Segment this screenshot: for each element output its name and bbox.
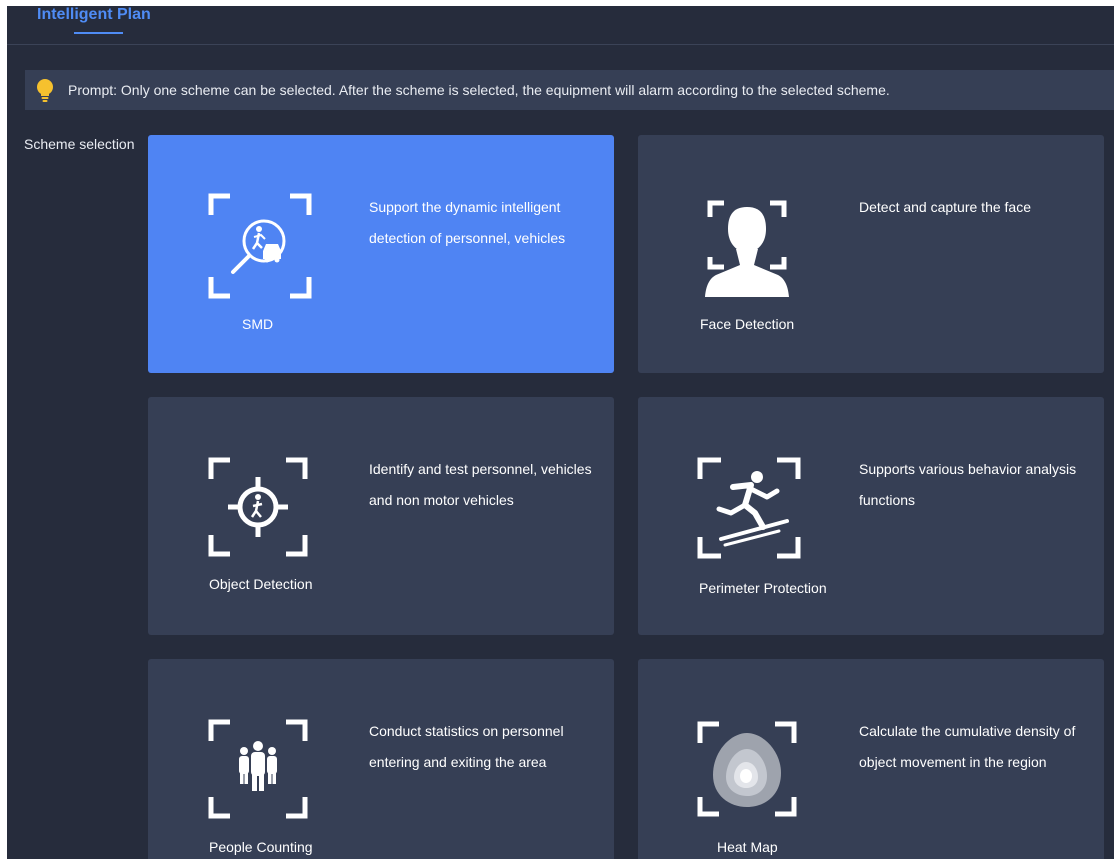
intelligent-plan-page: Intelligent Plan Prompt: Only one scheme… bbox=[7, 6, 1114, 859]
scheme-card-people-counting[interactable]: People Counting Conduct statistics on pe… bbox=[148, 659, 614, 859]
scheme-description: Conduct statistics on personnel entering… bbox=[369, 723, 564, 770]
perimeter-protection-icon bbox=[695, 455, 803, 561]
scheme-name: Perimeter Protection bbox=[699, 580, 827, 596]
face-detection-icon bbox=[700, 193, 794, 297]
scheme-name: Heat Map bbox=[717, 839, 778, 855]
scheme-card-smd[interactable]: SMD Support the dynamic intelligent dete… bbox=[148, 135, 614, 373]
scheme-selection-label: Scheme selection bbox=[24, 136, 135, 152]
scheme-name: People Counting bbox=[209, 839, 313, 855]
scheme-name: Face Detection bbox=[700, 316, 795, 332]
tab-intelligent-plan[interactable]: Intelligent Plan bbox=[37, 6, 151, 28]
people-counting-icon bbox=[208, 719, 308, 819]
lightbulb-icon bbox=[35, 78, 55, 102]
scheme-card-face-detection[interactable]: Face Detection Detect and capture the fa… bbox=[638, 135, 1104, 373]
scheme-description: Calculate the cumulative density of obje… bbox=[859, 723, 1076, 770]
scheme-card-heat-map[interactable]: Heat Map Calculate the cumulative densit… bbox=[638, 659, 1104, 859]
prompt-text: Prompt: Only one scheme can be selected.… bbox=[68, 82, 890, 98]
scheme-description: Detect and capture the face bbox=[859, 199, 1031, 215]
smd-icon bbox=[208, 193, 312, 299]
scheme-card-object-detection[interactable]: Object Detection Identify and test perso… bbox=[148, 397, 614, 635]
scheme-card-perimeter-protection[interactable]: Perimeter Protection Supports various be… bbox=[638, 397, 1104, 635]
scheme-name: Object Detection bbox=[209, 576, 313, 592]
scheme-name: SMD bbox=[242, 316, 274, 332]
scheme-description: Support the dynamic intelligent detectio… bbox=[369, 199, 566, 246]
scheme-description: Supports various behavior analysis funct… bbox=[859, 461, 1077, 508]
scheme-description: Identify and test personnel, vehicles an… bbox=[369, 461, 592, 508]
prompt-banner: Prompt: Only one scheme can be selected.… bbox=[25, 70, 1114, 110]
top-tab-bar: Intelligent Plan bbox=[7, 6, 1114, 45]
object-detection-icon bbox=[208, 457, 308, 557]
active-tab-indicator bbox=[74, 32, 123, 34]
heat-map-icon bbox=[695, 719, 799, 819]
